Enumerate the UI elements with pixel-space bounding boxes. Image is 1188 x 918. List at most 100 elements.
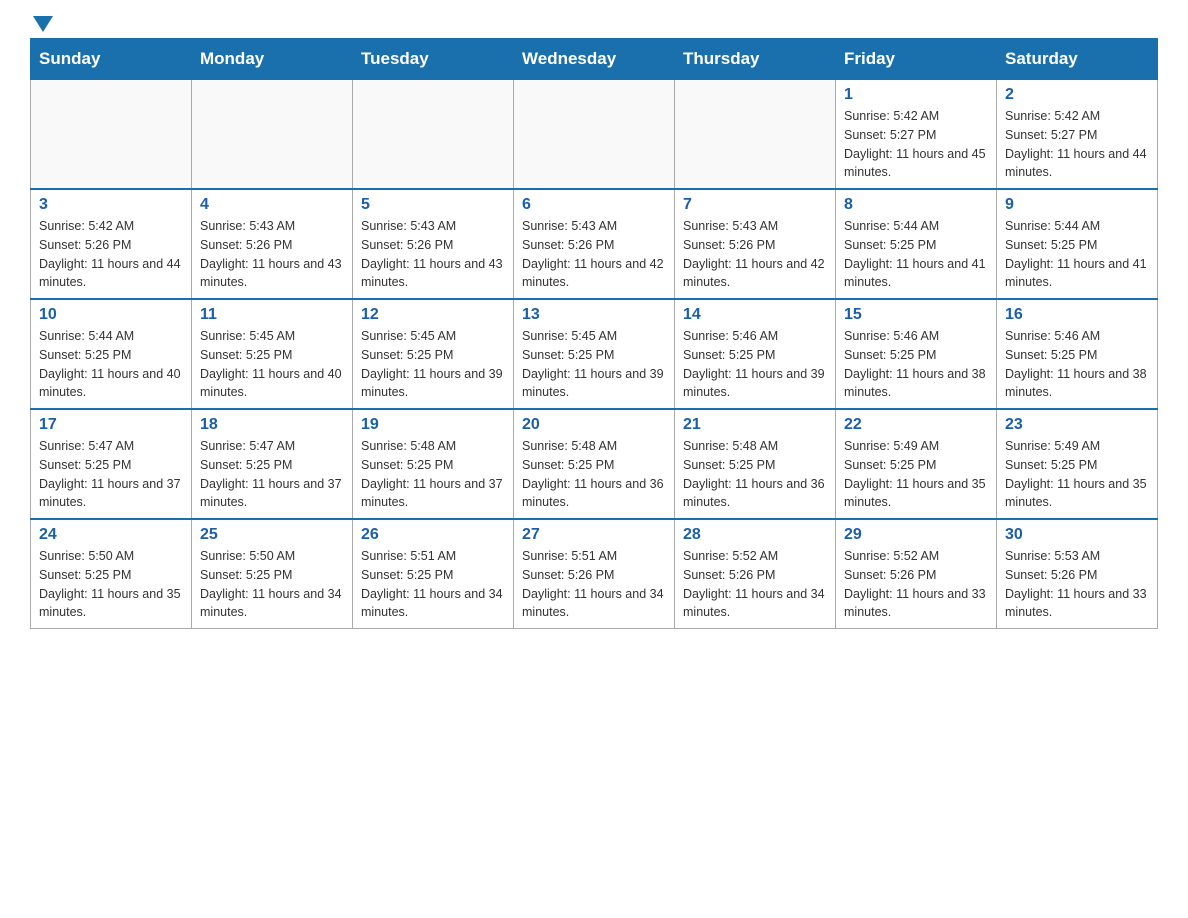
calendar-cell: 19 Sunrise: 5:48 AMSunset: 5:25 PMDayligh… [353,409,514,519]
day-info: Sunrise: 5:52 AMSunset: 5:26 PMDaylight:… [683,547,827,622]
calendar-week-row: 1 Sunrise: 5:42 AMSunset: 5:27 PMDaylight… [31,80,1158,190]
day-number: 26 [361,526,505,544]
day-info: Sunrise: 5:49 AMSunset: 5:25 PMDaylight:… [844,437,988,512]
calendar-cell: 9 Sunrise: 5:44 AMSunset: 5:25 PMDaylight… [997,189,1158,299]
day-info: Sunrise: 5:43 AMSunset: 5:26 PMDaylight:… [683,217,827,292]
day-info: Sunrise: 5:47 AMSunset: 5:25 PMDaylight:… [200,437,344,512]
calendar-cell [675,80,836,190]
header-sunday: Sunday [31,39,192,80]
calendar-cell: 18Sunrise: 5:47 AMSunset: 5:25 PMDayligh… [192,409,353,519]
day-number: 2 [1005,86,1149,104]
day-number: 22 [844,416,988,434]
calendar-cell: 14Sunrise: 5:46 AMSunset: 5:25 PMDayligh… [675,299,836,409]
day-info: Sunrise: 5:46 AMSunset: 5:25 PMDaylight:… [683,327,827,402]
day-info: Sunrise: 5:43 AMSunset: 5:26 PMDaylight:… [361,217,505,292]
day-info: Sunrise: 5:44 AMSunset: 5:25 PMDaylight:… [39,327,183,402]
day-number: 27 [522,526,666,544]
calendar-table: SundayMondayTuesdayWednesdayThursdayFrid… [30,38,1158,629]
calendar-cell: 23 Sunrise: 5:49 AMSunset: 5:25 PMDayligh… [997,409,1158,519]
calendar-cell: 27Sunrise: 5:51 AMSunset: 5:26 PMDayligh… [514,519,675,629]
calendar-cell: 8 Sunrise: 5:44 AMSunset: 5:25 PMDaylight… [836,189,997,299]
day-number: 10 [39,306,183,324]
day-info: Sunrise: 5:43 AMSunset: 5:26 PMDaylight:… [522,217,666,292]
day-number: 8 [844,196,988,214]
calendar-cell [514,80,675,190]
header-wednesday: Wednesday [514,39,675,80]
day-info: Sunrise: 5:50 AMSunset: 5:25 PMDaylight:… [39,547,183,622]
page-header [30,20,1158,28]
day-number: 30 [1005,526,1149,544]
day-info: Sunrise: 5:45 AMSunset: 5:25 PMDaylight:… [522,327,666,402]
day-info: Sunrise: 5:51 AMSunset: 5:25 PMDaylight:… [361,547,505,622]
logo [30,20,53,28]
day-number: 5 [361,196,505,214]
calendar-cell: 30 Sunrise: 5:53 AMSunset: 5:26 PMDayligh… [997,519,1158,629]
day-info: Sunrise: 5:44 AMSunset: 5:25 PMDaylight:… [844,217,988,292]
day-info: Sunrise: 5:47 AMSunset: 5:25 PMDaylight:… [39,437,183,512]
day-number: 28 [683,526,827,544]
day-number: 12 [361,306,505,324]
calendar-cell: 15 Sunrise: 5:46 AMSunset: 5:25 PMDayligh… [836,299,997,409]
calendar-cell: 5 Sunrise: 5:43 AMSunset: 5:26 PMDaylight… [353,189,514,299]
calendar-cell: 11 Sunrise: 5:45 AMSunset: 5:25 PMDayligh… [192,299,353,409]
calendar-week-row: 10 Sunrise: 5:44 AMSunset: 5:25 PMDayligh… [31,299,1158,409]
calendar-cell: 7 Sunrise: 5:43 AMSunset: 5:26 PMDaylight… [675,189,836,299]
calendar-cell: 28 Sunrise: 5:52 AMSunset: 5:26 PMDayligh… [675,519,836,629]
calendar-cell: 22 Sunrise: 5:49 AMSunset: 5:25 PMDayligh… [836,409,997,519]
day-info: Sunrise: 5:46 AMSunset: 5:25 PMDaylight:… [844,327,988,402]
day-number: 16 [1005,306,1149,324]
day-number: 9 [1005,196,1149,214]
day-number: 1 [844,86,988,104]
day-number: 7 [683,196,827,214]
calendar-cell: 29Sunrise: 5:52 AMSunset: 5:26 PMDayligh… [836,519,997,629]
calendar-cell [192,80,353,190]
calendar-cell: 16 Sunrise: 5:46 AMSunset: 5:25 PMDayligh… [997,299,1158,409]
day-number: 23 [1005,416,1149,434]
day-info: Sunrise: 5:53 AMSunset: 5:26 PMDaylight:… [1005,547,1149,622]
day-info: Sunrise: 5:42 AMSunset: 5:27 PMDaylight:… [844,107,988,182]
calendar-cell [31,80,192,190]
calendar-week-row: 17 Sunrise: 5:47 AMSunset: 5:25 PMDayligh… [31,409,1158,519]
calendar-week-row: 3Sunrise: 5:42 AMSunset: 5:26 PMDaylight… [31,189,1158,299]
day-number: 11 [200,306,344,324]
calendar-cell: 20Sunrise: 5:48 AMSunset: 5:25 PMDayligh… [514,409,675,519]
calendar-cell: 17 Sunrise: 5:47 AMSunset: 5:25 PMDayligh… [31,409,192,519]
calendar-week-row: 24 Sunrise: 5:50 AMSunset: 5:25 PMDayligh… [31,519,1158,629]
day-info: Sunrise: 5:45 AMSunset: 5:25 PMDaylight:… [361,327,505,402]
calendar-cell: 21 Sunrise: 5:48 AMSunset: 5:25 PMDayligh… [675,409,836,519]
day-info: Sunrise: 5:45 AMSunset: 5:25 PMDaylight:… [200,327,344,402]
day-number: 25 [200,526,344,544]
calendar-cell: 4Sunrise: 5:43 AMSunset: 5:26 PMDaylight… [192,189,353,299]
day-number: 24 [39,526,183,544]
day-number: 6 [522,196,666,214]
calendar-cell: 2 Sunrise: 5:42 AMSunset: 5:27 PMDaylight… [997,80,1158,190]
day-number: 21 [683,416,827,434]
header-monday: Monday [192,39,353,80]
day-number: 4 [200,196,344,214]
day-info: Sunrise: 5:46 AMSunset: 5:25 PMDaylight:… [1005,327,1149,402]
day-info: Sunrise: 5:49 AMSunset: 5:25 PMDaylight:… [1005,437,1149,512]
header-tuesday: Tuesday [353,39,514,80]
calendar-cell: 26 Sunrise: 5:51 AMSunset: 5:25 PMDayligh… [353,519,514,629]
day-info: Sunrise: 5:48 AMSunset: 5:25 PMDaylight:… [361,437,505,512]
day-number: 13 [522,306,666,324]
day-info: Sunrise: 5:50 AMSunset: 5:25 PMDaylight:… [200,547,344,622]
day-number: 19 [361,416,505,434]
calendar-cell [353,80,514,190]
calendar-cell: 10 Sunrise: 5:44 AMSunset: 5:25 PMDayligh… [31,299,192,409]
header-saturday: Saturday [997,39,1158,80]
calendar-cell: 1 Sunrise: 5:42 AMSunset: 5:27 PMDaylight… [836,80,997,190]
day-info: Sunrise: 5:48 AMSunset: 5:25 PMDaylight:… [683,437,827,512]
header-thursday: Thursday [675,39,836,80]
calendar-cell: 24 Sunrise: 5:50 AMSunset: 5:25 PMDayligh… [31,519,192,629]
day-info: Sunrise: 5:42 AMSunset: 5:27 PMDaylight:… [1005,107,1149,182]
day-info: Sunrise: 5:52 AMSunset: 5:26 PMDaylight:… [844,547,988,622]
calendar-cell: 13 Sunrise: 5:45 AMSunset: 5:25 PMDayligh… [514,299,675,409]
calendar-cell: 3Sunrise: 5:42 AMSunset: 5:26 PMDaylight… [31,189,192,299]
day-info: Sunrise: 5:44 AMSunset: 5:25 PMDaylight:… [1005,217,1149,292]
day-info: Sunrise: 5:48 AMSunset: 5:25 PMDaylight:… [522,437,666,512]
day-number: 17 [39,416,183,434]
header-friday: Friday [836,39,997,80]
day-number: 3 [39,196,183,214]
day-number: 15 [844,306,988,324]
